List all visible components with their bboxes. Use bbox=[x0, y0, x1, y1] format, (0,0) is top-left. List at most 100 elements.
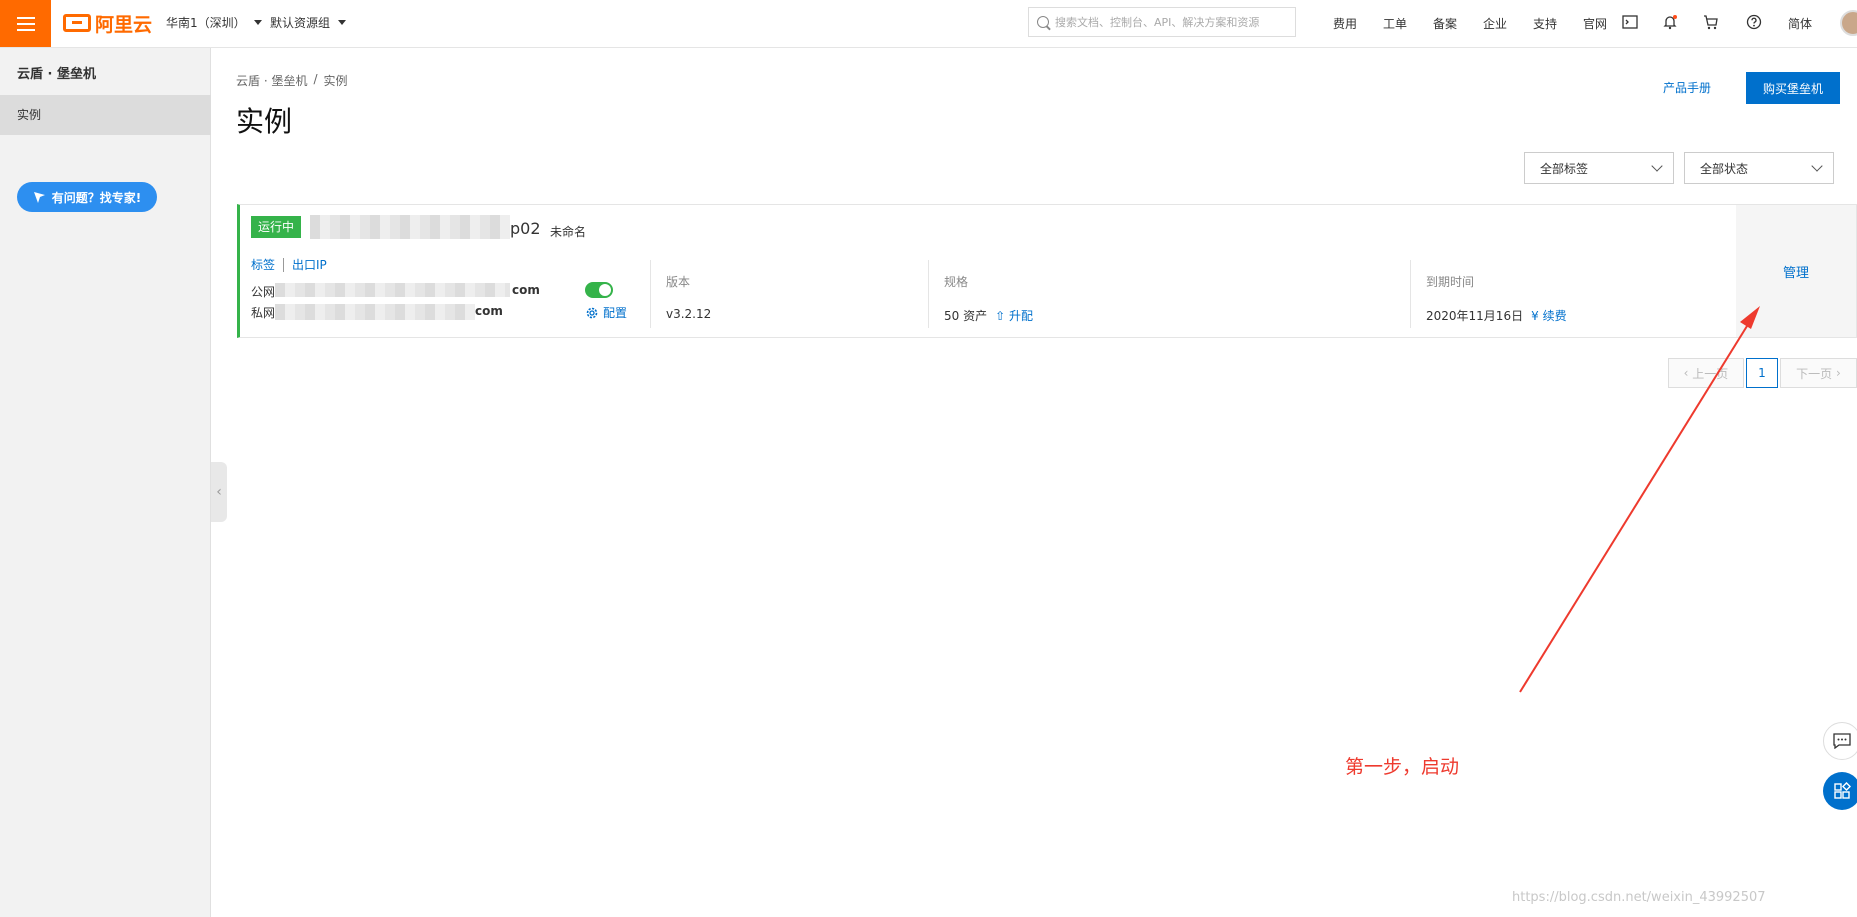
user-avatar[interactable] bbox=[1840, 10, 1857, 36]
chat-icon bbox=[1833, 733, 1851, 749]
page-number-current[interactable]: 1 bbox=[1746, 358, 1778, 388]
search-input[interactable] bbox=[1055, 15, 1291, 29]
nav-link-official-site[interactable]: 官网 bbox=[1570, 15, 1620, 32]
renew-link[interactable]: ¥ 续费 bbox=[1531, 307, 1566, 324]
next-page-button[interactable]: 下一页 › bbox=[1780, 358, 1857, 388]
resource-group-label: 默认资源组 bbox=[270, 16, 331, 30]
apps-button[interactable] bbox=[1823, 772, 1857, 810]
private-address-row: 私网 bbox=[251, 304, 275, 321]
upgrade-label: 升配 bbox=[1008, 309, 1033, 323]
prev-page-button[interactable]: ‹ 上一页 bbox=[1668, 358, 1744, 388]
cart-icon[interactable] bbox=[1702, 13, 1720, 31]
public-access-toggle[interactable] bbox=[585, 282, 613, 298]
divider bbox=[283, 257, 285, 272]
manage-link[interactable]: 管理 bbox=[1783, 262, 1809, 281]
yen-icon: ¥ bbox=[1531, 309, 1539, 323]
prev-page-label: 上一页 bbox=[1692, 366, 1729, 381]
expiry-value: 2020年11月16日 bbox=[1426, 309, 1524, 323]
nav-link-support[interactable]: 支持 bbox=[1520, 15, 1570, 32]
grid-apps-icon bbox=[1834, 782, 1851, 799]
public-address-row: 公网 bbox=[251, 283, 275, 300]
aliyun-logo-icon bbox=[63, 14, 91, 32]
sidebar-title: 云盾 · 堡垒机 bbox=[17, 67, 96, 82]
sidebar-collapse-toggle[interactable]: ‹ bbox=[211, 462, 227, 522]
redacted-private-address bbox=[275, 304, 475, 320]
column-divider bbox=[1410, 260, 1411, 328]
spec-label: 规格 bbox=[944, 275, 969, 289]
search-icon bbox=[1037, 16, 1049, 28]
terminal-icon[interactable] bbox=[1621, 13, 1639, 31]
product-manual-link[interactable]: 产品手册 bbox=[1663, 79, 1711, 96]
config-label: 配置 bbox=[603, 306, 628, 320]
instance-card: 运行中 p02 未命名 标签 出口IP 公网 com 私网 com 配置 版本 … bbox=[237, 204, 1857, 338]
logo-text: 阿里云 bbox=[95, 13, 153, 36]
breadcrumb-separator: / bbox=[313, 72, 318, 86]
chat-feedback-button[interactable] bbox=[1823, 722, 1857, 760]
annotation-text: 第一步，启动 bbox=[1345, 756, 1460, 778]
next-page-label: 下一页 bbox=[1796, 366, 1833, 381]
nav-link-ticket[interactable]: 工单 bbox=[1370, 15, 1420, 32]
watermark: https://blog.csdn.net/weixin_43992507 bbox=[1512, 890, 1766, 905]
ask-expert-button[interactable]: 有问题？找专家! bbox=[17, 182, 157, 212]
chevron-right-icon: › bbox=[1832, 366, 1841, 380]
expert-icon bbox=[33, 191, 45, 203]
upgrade-arrow-icon: ⇧ bbox=[995, 309, 1006, 323]
top-nav-links: 费用 工单 备案 企业 支持 官网 bbox=[1320, 15, 1620, 32]
help-icon[interactable] bbox=[1745, 13, 1763, 31]
spec-value-cell: 50 资产 ⇧ 升配 bbox=[944, 307, 1033, 324]
chevron-down-icon bbox=[1651, 160, 1663, 172]
status-filter-select[interactable]: 全部状态 bbox=[1684, 152, 1834, 184]
breadcrumb-item[interactable]: 云盾 · 堡垒机 bbox=[236, 72, 307, 89]
nav-link-icp[interactable]: 备案 bbox=[1420, 15, 1470, 32]
hamburger-menu-icon[interactable] bbox=[0, 0, 51, 47]
caret-down-icon bbox=[253, 20, 262, 25]
version-value-cell: v3.2.12 bbox=[666, 307, 711, 321]
status-badge: 运行中 bbox=[251, 216, 302, 238]
region-selector[interactable]: 华南1（深圳） bbox=[166, 14, 262, 31]
spec-value: 50 资产 bbox=[944, 309, 988, 323]
column-divider bbox=[650, 260, 651, 328]
language-switch[interactable]: 简体 bbox=[1788, 15, 1812, 32]
top-navbar: 阿里云 华南1（深圳） 默认资源组 费用 工单 备案 企业 支持 官网 简体 bbox=[0, 0, 1857, 48]
redacted-instance-id bbox=[310, 215, 510, 239]
column-divider bbox=[928, 260, 929, 328]
resource-group-selector[interactable]: 默认资源组 bbox=[270, 14, 347, 31]
bell-icon[interactable] bbox=[1661, 13, 1679, 31]
sidebar-item-instances[interactable]: 实例 bbox=[0, 95, 211, 135]
config-link[interactable]: 配置 bbox=[585, 304, 627, 321]
public-address-suffix: com bbox=[512, 283, 540, 297]
private-label: 私网 bbox=[251, 306, 276, 320]
instance-links: 标签 出口IP bbox=[251, 256, 327, 273]
status-filter-value: 全部状态 bbox=[1700, 161, 1749, 176]
renew-label: 续费 bbox=[1542, 309, 1567, 323]
breadcrumb-current: 实例 bbox=[323, 74, 348, 88]
caret-down-icon bbox=[338, 20, 347, 25]
gear-icon bbox=[586, 307, 598, 318]
region-label: 华南1（深圳） bbox=[166, 16, 246, 30]
chevron-left-icon: ‹ bbox=[1683, 366, 1693, 380]
buy-bastion-button[interactable]: 购买堡垒机 bbox=[1746, 72, 1840, 104]
instance-alias: 未命名 bbox=[550, 225, 587, 239]
nav-link-billing[interactable]: 费用 bbox=[1320, 15, 1370, 32]
tag-link[interactable]: 标签 bbox=[251, 256, 275, 273]
breadcrumb: 云盾 · 堡垒机 / 实例 bbox=[236, 72, 348, 89]
chevron-down-icon bbox=[1811, 160, 1823, 172]
egress-ip-link[interactable]: 出口IP bbox=[292, 256, 327, 273]
sidebar: 云盾 · 堡垒机 实例 有问题？找专家! bbox=[0, 48, 211, 917]
chevron-left-icon: ‹ bbox=[216, 484, 222, 500]
version-label: 版本 bbox=[666, 275, 691, 289]
ask-expert-label: 有问题？找专家! bbox=[51, 190, 142, 205]
version-value: v3.2.12 bbox=[666, 307, 712, 321]
private-address-suffix: com bbox=[475, 304, 503, 318]
public-label: 公网 bbox=[251, 285, 276, 299]
aliyun-logo[interactable]: 阿里云 bbox=[63, 11, 153, 36]
tag-filter-select[interactable]: 全部标签 bbox=[1524, 152, 1674, 184]
instance-name: p02 bbox=[510, 219, 541, 238]
nav-link-enterprise[interactable]: 企业 bbox=[1470, 15, 1520, 32]
upgrade-link[interactable]: ⇧ 升配 bbox=[995, 307, 1033, 324]
expiry-label: 到期时间 bbox=[1426, 275, 1475, 289]
tag-filter-value: 全部标签 bbox=[1540, 161, 1589, 176]
expiry-value-cell: 2020年11月16日 ¥ 续费 bbox=[1426, 307, 1567, 324]
redacted-public-address bbox=[275, 283, 510, 297]
global-search bbox=[1028, 7, 1296, 37]
